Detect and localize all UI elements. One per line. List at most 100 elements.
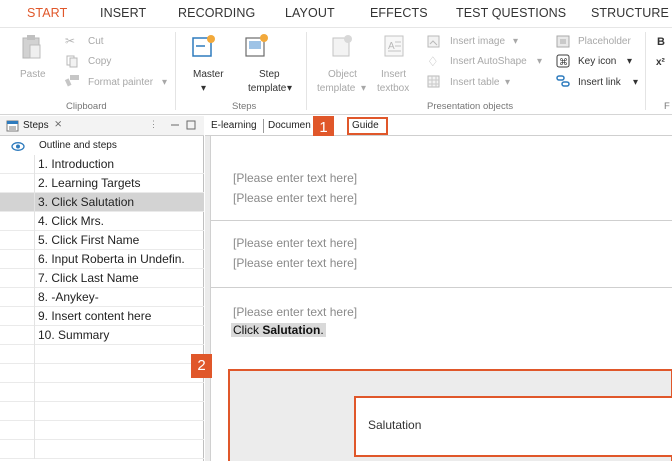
step-row[interactable]: 5. Click First Name [0,231,204,250]
steps-panel: Steps ⨯ ⋮ Outline and steps 1. Introduct… [0,116,204,461]
outline-label: Outline and steps [39,140,117,151]
insert-table-button[interactable]: Insert table [450,77,499,88]
eye-icon[interactable] [11,142,25,151]
placeholder-text[interactable]: [Please enter text here] [233,191,357,205]
tab-structure[interactable]: STRUCTURE [591,6,669,20]
placeholder-text[interactable]: [Please enter text here] [233,256,357,270]
insert-autoshape-button[interactable]: Insert AutoShape [450,56,527,67]
bold-button[interactable]: B [657,36,665,48]
empty-row [0,402,204,421]
step-template-button[interactable]: template [248,83,286,94]
separator [645,32,646,110]
step-row[interactable]: 8. -Anykey- [0,288,204,307]
guide-content: [Please enter text here] [Please enter t… [210,136,672,461]
textbox-icon: A [384,35,404,57]
tab-start[interactable]: START [27,6,67,20]
placeholder-text[interactable]: [Please enter text here] [233,305,357,319]
tab-test-questions[interactable]: TEST QUESTIONS [456,6,566,20]
step-template-dropdown-icon[interactable]: ▾ [287,83,292,94]
paste-button[interactable]: Paste [20,69,46,80]
tab-layout[interactable]: LAYOUT [285,6,335,20]
placeholder-text[interactable]: [Please enter text here] [233,236,357,250]
placeholder-icon [556,35,570,48]
insert-image-button[interactable]: Insert image [450,36,505,47]
callout-badge-2: 2 [191,354,212,378]
insert-autoshape-dropdown-icon[interactable]: ▾ [537,56,542,67]
format-painter-button[interactable]: Format painter [88,77,153,88]
panel-menu-icon[interactable]: ⋮ [149,119,158,130]
step-label: 1. Introduction [38,157,115,171]
object-template-dropdown-icon[interactable]: ▾ [361,83,366,94]
insert-image-dropdown-icon[interactable]: ▾ [513,36,518,47]
maximize-icon[interactable] [186,120,196,130]
steps-panel-header: Steps ⨯ ⋮ [0,116,204,136]
step-label: 9. Insert content here [38,309,152,323]
steps-group-label: Steps [232,101,257,112]
key-icon: ⌘ [556,54,570,68]
object-template-button[interactable]: template [317,83,355,94]
font-group-label: F [664,101,670,112]
outline-header-row[interactable]: Outline and steps [0,137,204,155]
copy-button[interactable]: Copy [88,56,111,67]
format-painter-icon [64,75,79,87]
format-painter-dropdown-icon[interactable]: ▾ [162,77,167,88]
step-label: 4. Click Mrs. [38,214,104,228]
step-label[interactable]: Step [259,69,280,80]
steps-list: 1. Introduction 2. Learning Targets 3. C… [0,155,204,459]
cut-button[interactable]: Cut [88,36,104,47]
instruction-prefix: Click [233,323,263,337]
step-row[interactable]: 1. Introduction [0,155,204,174]
step-row[interactable]: 9. Insert content here [0,307,204,326]
copy-icon [66,55,78,68]
placeholder-text[interactable]: [Please enter text here] [233,171,357,185]
panel-close-icon[interactable]: ⨯ [54,119,62,130]
svg-text:⌘: ⌘ [559,57,568,67]
paste-icon [22,35,41,59]
step-label: 3. Click Salutation [38,195,135,209]
instruction-target: Salutation [262,323,321,337]
step-row-selected[interactable]: 3. Click Salutation [0,193,204,212]
step-template-icon [245,34,268,57]
text-block[interactable]: [Please enter text here] [Please enter t… [211,148,672,221]
tab-document[interactable]: Documen [268,120,311,131]
ribbon: Paste ✂ Cut Copy Format painter ▾ Clipbo… [0,27,672,115]
step-row[interactable]: 10. Summary [0,326,204,345]
tab-recording[interactable]: RECORDING [178,6,255,20]
insert-table-dropdown-icon[interactable]: ▾ [505,77,510,88]
tab-guide[interactable]: Guide [352,120,379,131]
object-label[interactable]: Object [328,69,357,80]
master-dropdown-icon[interactable]: ▾ [201,83,206,94]
step-label: 5. Click First Name [38,233,140,247]
insert-textbox-button[interactable]: textbox [377,83,409,94]
instruction-suffix: . [320,323,324,337]
image-icon [427,35,440,48]
step-row[interactable]: 4. Click Mrs. [0,212,204,231]
step-label: 8. -Anykey- [38,290,99,304]
key-icon-button[interactable]: Key icon [578,56,616,67]
salutation-callout[interactable]: Salutation [354,396,672,457]
step-label: 7. Click Last Name [38,271,139,285]
step-screenshot[interactable]: Salutation [228,369,672,461]
svg-text:A: A [388,41,395,52]
minimize-icon[interactable] [170,121,180,130]
text-block[interactable]: [Please enter text here] Click Salutatio… [211,288,672,358]
tab-insert[interactable]: INSERT [100,6,146,20]
link-icon [556,75,570,87]
insert-link-dropdown-icon[interactable]: ▾ [633,77,638,88]
key-icon-dropdown-icon[interactable]: ▾ [627,56,632,67]
placeholder-button[interactable]: Placeholder [578,36,631,47]
step-row[interactable]: 6. Input Roberta in Undefin. [0,250,204,269]
tab-effects[interactable]: EFFECTS [370,6,428,20]
text-block[interactable]: [Please enter text here] [Please enter t… [211,221,672,288]
tab-e-learning[interactable]: E-learning [211,120,257,131]
autoshape-icon: ♢ [427,54,439,69]
master-button[interactable]: Master [193,69,224,80]
step-row[interactable]: 7. Click Last Name [0,269,204,288]
instruction-text[interactable]: Click Salutation. [231,323,326,337]
insert-link-button[interactable]: Insert link [578,77,621,88]
empty-row [0,345,204,364]
insert-label[interactable]: Insert [381,69,406,80]
superscript-button[interactable]: x² [656,57,665,68]
clipboard-group-label: Clipboard [66,101,107,112]
step-row[interactable]: 2. Learning Targets [0,174,204,193]
